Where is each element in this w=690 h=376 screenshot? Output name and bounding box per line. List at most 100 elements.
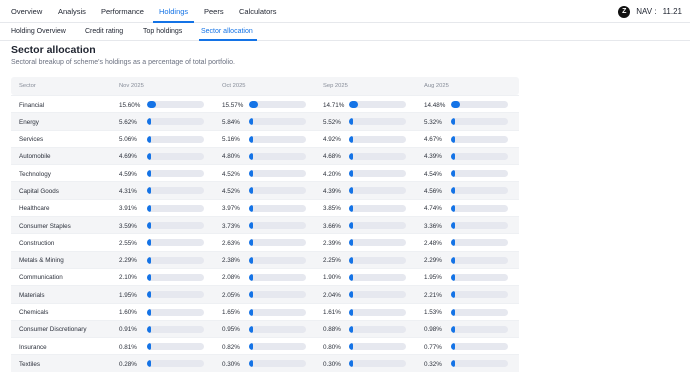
allocation-bar-fill [451, 187, 455, 195]
allocation-bar-fill [249, 187, 253, 195]
table-row: Energy 5.62% 5.84% 5.52% 5.32% [11, 112, 519, 130]
allocation-value: 15.60% [119, 101, 141, 109]
allocation-bar-fill [451, 204, 455, 212]
top-nav: Overview Analysis Performance Holdings P… [0, 0, 690, 23]
allocation-bar [147, 222, 204, 230]
allocation-bar [451, 273, 508, 281]
allocation-bar-fill [349, 152, 353, 160]
allocation-value: 0.98% [424, 326, 442, 334]
sector-name: Energy [19, 118, 39, 126]
allocation-value: 4.20% [323, 170, 341, 178]
table-header: Sector Nov 2025 Oct 2025 Sep 2025 Aug 20… [11, 77, 519, 95]
allocation-bar [147, 360, 204, 368]
allocation-bar-fill [349, 118, 353, 126]
tab-holdings[interactable]: Holdings [159, 7, 188, 16]
tab-performance[interactable]: Performance [101, 7, 144, 16]
allocation-value: 2.25% [323, 257, 341, 265]
allocation-value: 3.59% [119, 222, 137, 230]
allocation-bar [147, 204, 204, 212]
allocation-bar-fill [147, 135, 151, 143]
allocation-bar [349, 256, 406, 264]
table-row: Services 5.06% 5.16% 4.92% 4.67% [11, 129, 519, 147]
allocation-bar [349, 239, 406, 247]
allocation-bar-fill [349, 325, 353, 333]
allocation-bar [147, 187, 204, 195]
allocation-bar-fill [249, 152, 253, 160]
allocation-bar [349, 291, 406, 299]
allocation-bar-fill [147, 222, 151, 230]
tab-top-holdings[interactable]: Top holdings [143, 28, 182, 35]
tab-overview[interactable]: Overview [11, 7, 42, 16]
allocation-bar [451, 360, 508, 368]
allocation-bar [249, 308, 306, 316]
allocation-bar [249, 187, 306, 195]
table-row: Automobile 4.69% 4.80% 4.68% 4.39% [11, 146, 519, 165]
allocation-bar-fill [349, 256, 353, 264]
allocation-bar [349, 325, 406, 333]
allocation-value: 14.48% [424, 101, 446, 109]
table-body: Financial 15.60% 15.57% 14.71% 14.48% Energy 5… [11, 95, 519, 372]
tab-calculators[interactable]: Calculators [239, 7, 277, 16]
allocation-bar [249, 343, 306, 351]
allocation-bar-fill [249, 135, 253, 143]
allocation-bar [349, 343, 406, 351]
allocation-bar [349, 118, 406, 126]
allocation-bar-fill [451, 222, 455, 230]
allocation-value: 0.32% [424, 360, 442, 368]
table-row: Capital Goods 4.31% 4.52% 4.39% 4.56% [11, 181, 519, 199]
allocation-value: 14.71% [323, 101, 345, 109]
allocation-bar-fill [147, 343, 151, 351]
allocation-value: 2.39% [323, 239, 341, 247]
sector-name: Technology [19, 170, 51, 178]
allocation-value: 2.05% [222, 291, 240, 299]
allocation-bar [349, 308, 406, 316]
sector-name: Services [19, 136, 44, 144]
allocation-bar-fill [249, 204, 253, 212]
allocation-bar [249, 256, 306, 264]
allocation-value: 0.30% [323, 360, 341, 368]
allocation-value: 2.08% [222, 274, 240, 282]
allocation-bar [147, 101, 204, 108]
allocation-value: 4.56% [424, 187, 442, 195]
allocation-bar-fill [147, 239, 151, 247]
allocation-bar-fill [349, 273, 353, 281]
table-row: Technology 4.59% 4.52% 4.20% 4.54% [11, 164, 519, 181]
allocation-bar [451, 204, 508, 212]
allocation-value: 4.52% [222, 187, 240, 195]
allocation-bar [349, 170, 406, 178]
allocation-value: 3.97% [222, 205, 240, 213]
allocation-bar [349, 152, 406, 160]
allocation-bar [451, 291, 508, 299]
allocation-value: 4.39% [323, 187, 341, 195]
sector-name: Metals & Mining [19, 257, 64, 265]
allocation-value: 5.16% [222, 136, 240, 144]
allocation-value: 5.06% [119, 136, 137, 144]
allocation-value: 1.61% [323, 309, 341, 317]
allocation-bar [349, 101, 406, 108]
allocation-bar-fill [349, 239, 353, 247]
allocation-bar-fill [349, 291, 353, 299]
table-row: Construction 2.55% 2.63% 2.39% 2.48% [11, 233, 519, 250]
allocation-bar-fill [147, 360, 151, 368]
allocation-bar [349, 204, 406, 212]
allocation-value: 2.21% [424, 291, 442, 299]
allocation-bar [147, 170, 204, 178]
table-row: Consumer Staples 3.59% 3.73% 3.66% 3.36% [11, 216, 519, 234]
tab-analysis[interactable]: Analysis [58, 7, 86, 16]
allocation-bar-fill [451, 343, 455, 351]
allocation-bar-fill [147, 273, 151, 281]
tab-sector-allocation[interactable]: Sector allocation [201, 28, 253, 35]
table-row: Healthcare 3.91% 3.97% 3.85% 4.74% [11, 198, 519, 216]
allocation-bar-fill [451, 239, 455, 247]
table-row: Metals & Mining 2.29% 2.38% 2.25% 2.29% [11, 250, 519, 268]
allocation-bar-fill [249, 291, 253, 299]
allocation-bar [451, 343, 508, 351]
allocation-value: 0.81% [119, 343, 137, 351]
tab-peers[interactable]: Peers [204, 7, 224, 16]
sector-name: Healthcare [19, 205, 50, 213]
allocation-bar-fill [147, 291, 151, 299]
tab-holding-overview[interactable]: Holding Overview [11, 28, 66, 35]
allocation-bar-fill [349, 204, 353, 212]
allocation-bar [451, 187, 508, 195]
tab-credit-rating[interactable]: Credit rating [85, 28, 123, 35]
